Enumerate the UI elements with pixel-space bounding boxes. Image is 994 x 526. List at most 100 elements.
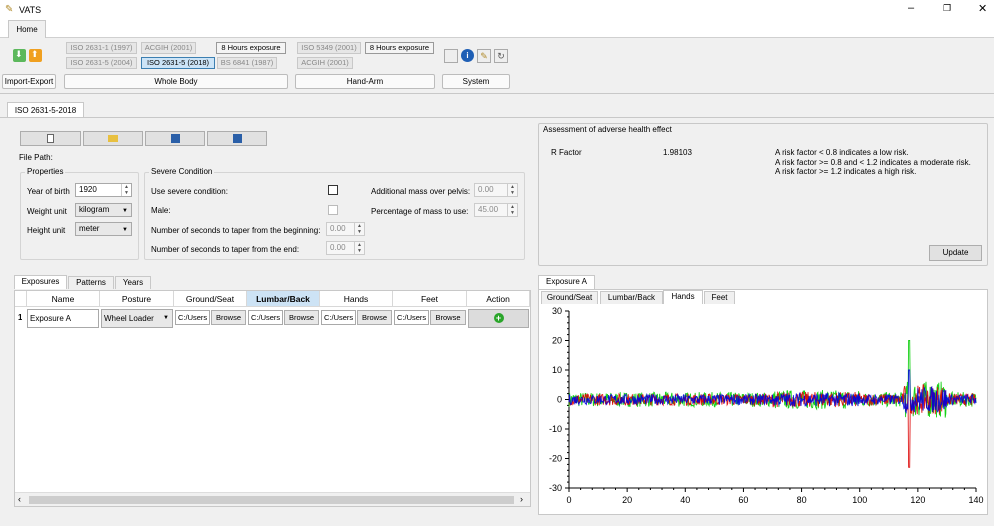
scrollbar-thumb[interactable] [29, 496, 514, 504]
floppy-icon [170, 134, 180, 143]
chevron-down-icon: ▼ [122, 208, 128, 214]
assessment-title: Assessment of adverse health effect [543, 125, 672, 134]
ground-path-input[interactable]: C:/Users [175, 310, 210, 325]
col-name[interactable]: Name [27, 291, 100, 307]
group-hand-arm: Hand-Arm [295, 74, 435, 89]
tools-icon[interactable]: ✎ [477, 49, 491, 63]
scroll-left-icon[interactable]: ‹ [18, 494, 21, 504]
spin-arrows-icon[interactable]: ▲ ▼ [121, 184, 131, 196]
tab-plot-lumbar-back[interactable]: Lumbar/Back [600, 291, 663, 304]
std-8h-ha[interactable]: 8 Hours exposure [365, 42, 434, 54]
scroll-right-icon[interactable]: › [520, 494, 523, 504]
close-icon[interactable]: ✕ [978, 2, 987, 15]
std-iso5349[interactable]: ISO 5349 (2001) [297, 42, 361, 54]
mass-value: 0.00 [478, 185, 494, 194]
update-button[interactable]: Update [929, 245, 982, 261]
col-lumbar-back[interactable]: Lumbar/Back [247, 291, 320, 307]
floppy-icon [232, 134, 242, 143]
weight-unit-select[interactable]: kilogram ▼ [75, 203, 132, 217]
tab-plot-feet[interactable]: Feet [704, 291, 735, 304]
use-severe-checkbox[interactable] [328, 185, 338, 195]
minimize-icon[interactable]: – [908, 2, 914, 14]
mass-spinbox[interactable]: 0.00 ▲ ▼ [474, 183, 518, 197]
tab-iso2631-5-2018[interactable]: ISO 2631-5-2018 [7, 102, 84, 118]
mass-label: Additional mass over pelvis: [371, 187, 471, 196]
feet-path-input[interactable]: C:/Users [394, 310, 429, 325]
posture-select[interactable]: Wheel Loader ▼ [101, 309, 173, 328]
new-file-icon [47, 134, 54, 143]
chevron-down-icon: ▼ [122, 227, 128, 233]
year-of-birth-spinbox[interactable]: 1920 ▲ ▼ [75, 183, 132, 197]
tab-exposures[interactable]: Exposures [14, 275, 67, 289]
ribbon: ⬇ ⬆ ISO 2631-1 (1997) ACGIH (2001) 8 Hou… [0, 38, 994, 94]
tab-years[interactable]: Years [115, 276, 151, 289]
tab-exposure-a[interactable]: Exposure A [538, 275, 595, 289]
tab-plot-hands[interactable]: Hands [663, 290, 703, 304]
horizontal-scrollbar[interactable]: ‹ › [15, 492, 530, 506]
save-button[interactable] [145, 131, 205, 146]
hands-browse-button[interactable]: Browse [357, 310, 392, 325]
taper-end-spinbox[interactable]: 0.00 ▲ ▼ [326, 241, 365, 255]
export-button[interactable]: ⬆ [29, 49, 42, 62]
col-ground-seat[interactable]: Ground/Seat [174, 291, 247, 307]
import-button[interactable]: ⬇ [13, 49, 26, 62]
std-8h-wb[interactable]: 8 Hours exposure [216, 42, 286, 54]
pct-label: Percentage of mass to use: [371, 207, 469, 216]
refresh-icon[interactable]: ↻ [494, 49, 508, 63]
severe-title: Severe Condition [149, 167, 215, 176]
group-system: System [442, 74, 510, 89]
feet-browse-button[interactable]: Browse [430, 310, 466, 325]
std-iso2631-1[interactable]: ISO 2631-1 (1997) [66, 42, 137, 54]
tab-plot-ground-seat[interactable]: Ground/Seat [541, 291, 598, 304]
spin-arrows-icon[interactable]: ▲ ▼ [507, 204, 517, 216]
x-tick-label: 0 [566, 495, 571, 505]
male-checkbox[interactable] [328, 205, 338, 215]
lumbar-browse-button[interactable]: Browse [284, 310, 319, 325]
pct-value: 45.00 [478, 205, 499, 214]
arrow-up-icon: ⬆ [31, 49, 39, 59]
y-tick-label: 10 [552, 365, 562, 375]
pct-spinbox[interactable]: 45.00 ▲ ▼ [474, 203, 518, 217]
taper-begin-value: 0.00 [330, 224, 346, 233]
open-file-button[interactable] [83, 131, 143, 146]
std-acgih-wb[interactable]: ACGIH (2001) [141, 42, 196, 54]
tab-home[interactable]: Home [8, 20, 46, 39]
posture-value: Wheel Loader [104, 314, 154, 323]
document-icon[interactable] [444, 49, 458, 63]
spin-arrows-icon[interactable]: ▲ ▼ [507, 184, 517, 196]
plus-circle-icon: + [493, 313, 504, 323]
assessment-frame [538, 123, 988, 266]
x-tick-label: 40 [680, 495, 690, 505]
std-acgih-ha[interactable]: ACGIH (2001) [297, 57, 353, 69]
ground-browse-button[interactable]: Browse [211, 310, 246, 325]
y-tick-label: -30 [549, 483, 562, 493]
exposure-name-input[interactable]: Exposure A [27, 309, 99, 328]
app-title: VATS [19, 5, 42, 15]
group-import-export: Import-Export [2, 74, 56, 89]
risk-note-2: A risk factor >= 0.8 and < 1.2 indicates… [775, 158, 971, 167]
spin-arrows-icon[interactable]: ▲ ▼ [354, 242, 364, 254]
save-as-button[interactable] [207, 131, 267, 146]
new-file-button[interactable] [20, 131, 81, 146]
group-whole-body: Whole Body [64, 74, 288, 89]
file-path-label: File Path: [19, 153, 53, 162]
row-header-corner [15, 291, 27, 307]
hands-path-input[interactable]: C:/Users [321, 310, 356, 325]
maximize-icon[interactable]: ❐ [943, 3, 951, 14]
std-bs6841[interactable]: BS 6841 (1987) [217, 57, 277, 69]
std-iso2631-5-2004[interactable]: ISO 2631-5 (2004) [66, 57, 137, 69]
col-posture[interactable]: Posture [100, 291, 174, 307]
col-action[interactable]: Action [467, 291, 530, 307]
info-icon[interactable]: i [461, 49, 474, 62]
spin-arrows-icon[interactable]: ▲ ▼ [354, 223, 364, 235]
taper-begin-spinbox[interactable]: 0.00 ▲ ▼ [326, 222, 365, 236]
std-iso2631-5-2018[interactable]: ISO 2631-5 (2018) [141, 57, 215, 69]
add-exposure-button[interactable]: + [468, 309, 529, 328]
height-unit-select[interactable]: meter ▼ [75, 222, 132, 236]
row-index: 1 [18, 313, 23, 322]
col-feet[interactable]: Feet [393, 291, 467, 307]
lumbar-path-input[interactable]: C:/Users [248, 310, 283, 325]
y-tick-label: 0 [557, 395, 562, 405]
col-hands[interactable]: Hands [320, 291, 393, 307]
tab-patterns[interactable]: Patterns [68, 276, 114, 289]
